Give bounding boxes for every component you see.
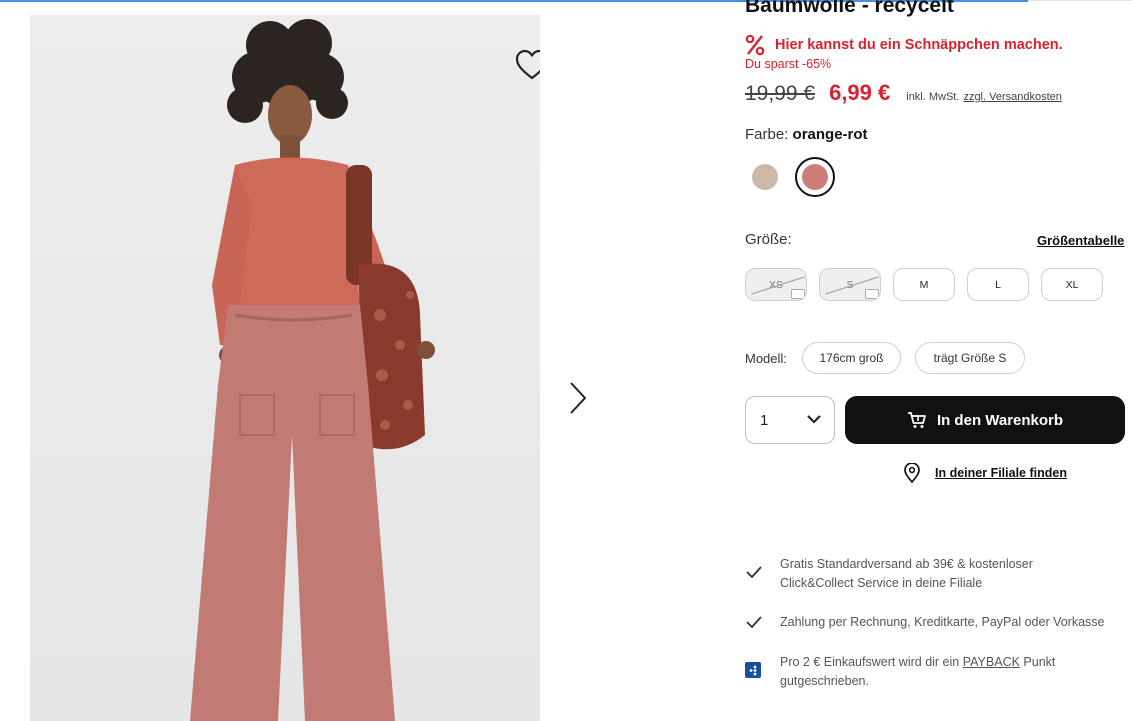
payback-post-text: Punkt: [1023, 655, 1056, 669]
next-image-chevron-right-icon[interactable]: [565, 380, 591, 416]
quantity-select[interactable]: 1: [745, 396, 835, 444]
payback-pre-text: Pro 2 € Einkaufswert wird dir ein: [780, 655, 960, 669]
quantity-value: 1: [760, 411, 769, 429]
benefit-payment: Zahlung per Rechnung, Kreditkarte, PayPa…: [745, 613, 1105, 632]
benefit-payback-line2: gutgeschrieben.: [780, 674, 869, 688]
old-price: 19,99 €: [745, 82, 816, 105]
size-chart-link[interactable]: Größentabelle: [1037, 233, 1124, 248]
size-option-label: XL: [1065, 278, 1079, 291]
shipping-costs-link[interactable]: zzgl. Versandkosten: [963, 91, 1061, 103]
deal-text: Hier kannst du ein Schnäppchen machen.: [775, 37, 1063, 53]
store-finder[interactable]: In deiner Filiale finden: [903, 463, 1067, 483]
size-option-label: M: [919, 278, 929, 291]
check-icon: [746, 566, 762, 579]
product-title: Baumwolle - recycelt: [745, 0, 954, 17]
color-label: Farbe:: [745, 126, 793, 143]
chevron-down-icon: [807, 415, 821, 424]
deal-banner: Hier kannst du ein Schnäppchen machen.: [745, 34, 1063, 56]
size-option-m[interactable]: M: [893, 268, 955, 301]
check-icon: [746, 616, 762, 629]
notify-mail-icon: [865, 289, 879, 299]
model-label: Modell:: [745, 351, 787, 366]
price-row: 19,99 € 6,99 € inkl. MwSt. zzgl. Versand…: [745, 80, 1062, 106]
product-image: [30, 15, 540, 721]
add-to-cart-button[interactable]: In den Warenkorb: [845, 396, 1125, 444]
notify-mail-icon: [791, 289, 805, 299]
size-option-xs[interactable]: XS: [745, 268, 807, 301]
sale-price: 6,99 €: [829, 80, 891, 105]
benefit-shipping-line2: Click&Collect Service in deine Filiale: [780, 576, 983, 590]
add-to-cart-label: In den Warenkorb: [936, 411, 1064, 429]
benefit-shipping: Gratis Standardversand ab 39€ & kostenlo…: [745, 555, 1033, 593]
payback-link[interactable]: PAYBACK: [963, 655, 1020, 669]
model-height-pill: 176cm groß: [802, 342, 901, 374]
benefit-payback: Pro 2 € Einkaufswert wird dir ein PAYBAC…: [745, 653, 1055, 691]
color-swatch-beige[interactable]: [752, 164, 778, 190]
product-photo-illustration: [30, 15, 540, 721]
benefit-text: Gratis Standardversand ab 39€ & kostenlo…: [780, 555, 1033, 593]
color-swatch-orange-rot[interactable]: [795, 157, 835, 197]
benefit-payback-text: Pro 2 € Einkaufswert wird dir ein PAYBAC…: [780, 653, 1055, 691]
store-finder-link[interactable]: In deiner Filiale finden: [935, 466, 1067, 480]
selected-color-name: orange-rot: [792, 126, 868, 143]
size-option-s[interactable]: S: [819, 268, 881, 301]
color-label-row: Farbe: orange-rot: [745, 126, 868, 143]
model-size-pill: trägt Größe S: [915, 342, 1025, 374]
location-pin-icon: [904, 463, 920, 483]
top-divider: [1028, 0, 1132, 1]
percent-icon: [745, 34, 765, 56]
tax-note: inkl. MwSt.: [906, 91, 960, 103]
payback-logo-icon: [745, 662, 761, 678]
benefit-shipping-line1: Gratis Standardversand ab 39€ & kostenlo…: [780, 557, 1033, 571]
size-option-label: L: [995, 278, 1001, 291]
shopping-cart-icon: [907, 412, 926, 428]
benefit-payment-text: Zahlung per Rechnung, Kreditkarte, PayPa…: [780, 615, 1105, 629]
size-option-l[interactable]: L: [967, 268, 1029, 301]
wishlist-heart-icon[interactable]: [514, 49, 540, 81]
benefit-payback-line1: Pro 2 € Einkaufswert wird dir ein PAYBAC…: [780, 653, 1055, 672]
color-swatch-fill: [802, 164, 828, 190]
size-label: Größe:: [745, 231, 792, 248]
size-option-xl[interactable]: XL: [1041, 268, 1103, 301]
savings-text: Du sparst -65%: [745, 57, 832, 71]
